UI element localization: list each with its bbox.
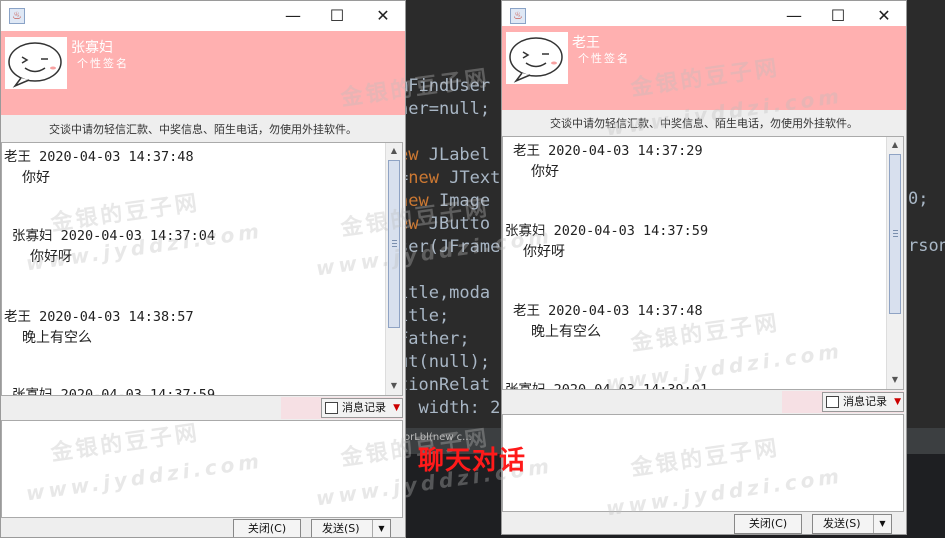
vertical-scrollbar[interactable]: ▲ ▼ (385, 143, 402, 395)
safety-notice: 交谈中请勿轻信汇款、中奖信息、陌生电话，勿使用外挂软件。 (550, 117, 858, 130)
scroll-down-icon[interactable]: ▼ (386, 378, 402, 394)
message-history-button[interactable]: 消息记录 ▼ (822, 392, 904, 412)
message-item: 张寡妇 2020-04-03 14:39:01 (505, 382, 709, 390)
dropdown-caret-icon: ▼ (894, 397, 901, 407)
message-item: 张寡妇 2020-04-03 14:37:59 你好呀 (505, 223, 709, 260)
scroll-thumb[interactable] (388, 160, 400, 328)
message-input[interactable] (1, 420, 403, 518)
vertical-scrollbar[interactable]: ▲ ▼ (886, 137, 903, 389)
safety-notice: 交谈中请勿轻信汇款、中奖信息、陌生电话，勿使用外挂软件。 (49, 123, 357, 136)
signature-text: 个性签名 (77, 57, 129, 70)
java-app-icon: ♨ (9, 8, 25, 24)
message-item: 老王 2020-04-03 14:38:57 晚上有空么 (4, 309, 194, 346)
clock-icon (826, 396, 839, 408)
message-item: 老王 2020-04-03 14:37:48 你好 (4, 149, 194, 186)
dropdown-caret-icon: ▼ (393, 403, 400, 413)
maximize-button[interactable]: ☐ (826, 5, 850, 27)
ide-code-line: mFindUser (398, 76, 491, 96)
contact-header: 老王 个性签名 (502, 26, 906, 110)
scroll-down-icon[interactable]: ▼ (887, 372, 903, 388)
contact-header: 张寡妇 个性签名 (1, 31, 405, 115)
signature-text: 个性签名 (578, 52, 630, 65)
chat-window-left: ♨ — ☐ ✕ 张寡妇 个性签名 交谈中请勿轻信汇款、中奖信息、陌生电话，勿使用… (0, 0, 406, 538)
title-bar[interactable]: ♨ — ☐ ✕ (1, 1, 405, 31)
ide-code-line: ut(null); (398, 352, 491, 372)
minimize-button[interactable]: — (782, 5, 806, 27)
ide-code-line: new Image (398, 191, 491, 211)
chat-window-right: ♨ — ☐ ✕ 老王 个性签名 交谈中请勿轻信汇款、中奖信息、陌生电话，勿使用外… (501, 0, 907, 535)
scroll-up-icon[interactable]: ▲ (386, 143, 402, 159)
ide-code-line: ( width: 25 (398, 398, 511, 418)
ide-code-line: ew JButto (398, 214, 491, 234)
scroll-thumb[interactable] (889, 154, 901, 314)
avatar-icon[interactable] (5, 37, 67, 89)
message-history-area[interactable]: 老王 2020-04-03 14:37:29 你好 张寡妇 2020-04-03… (502, 136, 904, 390)
message-item: 张寡妇 2020-04-03 14:37:59 (12, 387, 216, 396)
ide-code-line: ser(JFrame (398, 237, 501, 257)
clock-icon (325, 402, 338, 414)
message-history-area[interactable]: 老王 2020-04-03 14:37:48 你好 张寡妇 2020-04-03… (1, 142, 403, 396)
avatar-icon[interactable] (506, 32, 568, 84)
send-options-icon[interactable]: ▼ (372, 520, 390, 537)
close-button[interactable]: 关闭(C) (734, 514, 802, 534)
contact-name: 张寡妇 (71, 40, 113, 56)
java-app-icon: ♨ (510, 8, 526, 24)
message-item: 张寡妇 2020-04-03 14:37:04 你好呀 (12, 228, 216, 265)
ide-code-line: =new JText (398, 168, 501, 188)
ide-code-line: her=null; (398, 99, 491, 119)
message-input[interactable] (502, 414, 904, 512)
close-window-button[interactable]: ✕ (371, 5, 395, 27)
ide-code-line: ew JLabel (398, 145, 491, 165)
scroll-up-icon[interactable]: ▲ (887, 137, 903, 153)
send-options-icon[interactable]: ▼ (873, 515, 891, 533)
message-item: 老王 2020-04-03 14:37:29 你好 (513, 143, 703, 180)
ide-code-line: Father; (398, 329, 470, 349)
send-button[interactable]: 发送(S) ▼ (311, 519, 391, 537)
ide-code-fragment: rson (908, 236, 945, 256)
contact-name: 老王 (572, 35, 600, 51)
message-history-button[interactable]: 消息记录 ▼ (321, 398, 403, 418)
ide-code-line: itle,moda (398, 283, 491, 303)
caption-text: 聊天对话 (418, 446, 527, 476)
ide-code-fragment: 0; (908, 189, 929, 209)
ide-code-line: tionRelat (398, 375, 491, 395)
close-button[interactable]: 关闭(C) (233, 519, 301, 537)
minimize-button[interactable]: — (281, 5, 305, 27)
maximize-button[interactable]: ☐ (325, 5, 349, 27)
send-button[interactable]: 发送(S) ▼ (812, 514, 892, 534)
message-item: 老王 2020-04-03 14:37:48 晚上有空么 (513, 303, 703, 340)
close-window-button[interactable]: ✕ (872, 5, 896, 27)
